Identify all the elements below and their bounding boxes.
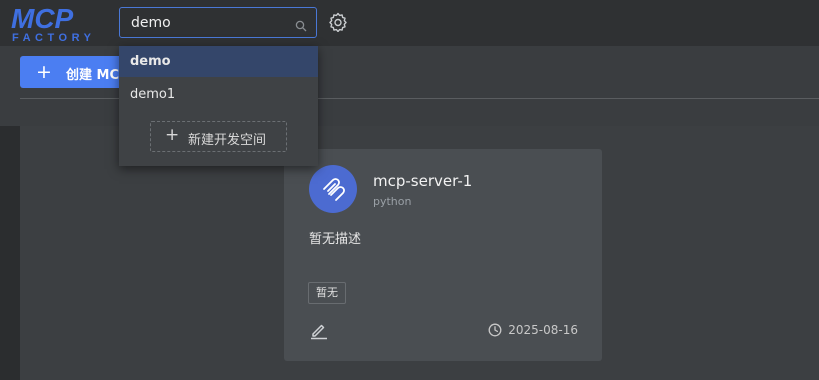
new-workspace-button[interactable]: + 新建开发空间 [150, 121, 287, 152]
mcp-factory-logo[interactable]: MCP FACTORY [11, 4, 111, 44]
new-workspace-label: 新建开发空间 [188, 133, 267, 148]
plus-icon: + [165, 125, 180, 145]
server-name[interactable]: mcp-server-1 [373, 172, 472, 190]
workspace-search-input[interactable]: demo [119, 7, 317, 38]
tag-badge: 暂无 [308, 282, 346, 304]
svg-text:FACTORY: FACTORY [12, 32, 95, 44]
server-description: 暂无描述 [309, 232, 362, 247]
clock-icon [488, 323, 502, 337]
updated-date: 2025-08-16 [488, 323, 578, 337]
date-text: 2025-08-16 [508, 323, 578, 337]
server-icon [323, 178, 345, 201]
create-mcp-button[interactable]: + 创建 MCP [20, 56, 130, 88]
server-card[interactable]: mcp-server-1 python 暂无描述 暂无 2025-08-16 [284, 149, 602, 361]
search-value: demo [131, 15, 171, 31]
server-avatar [309, 165, 357, 213]
option-label: demo1 [130, 87, 176, 102]
search-icon[interactable] [295, 17, 307, 32]
edit-icon[interactable] [309, 320, 329, 340]
workspace-dropdown: demo demo1 + 新建开发空间 [119, 46, 318, 166]
dropdown-option-demo[interactable]: demo [119, 46, 318, 77]
option-label: demo [130, 54, 171, 69]
gear-icon[interactable] [328, 12, 348, 33]
plus-icon: + [36, 61, 52, 83]
server-language: python [373, 195, 412, 208]
dropdown-option-demo1[interactable]: demo1 [119, 79, 318, 110]
svg-text:MCP: MCP [11, 4, 74, 34]
